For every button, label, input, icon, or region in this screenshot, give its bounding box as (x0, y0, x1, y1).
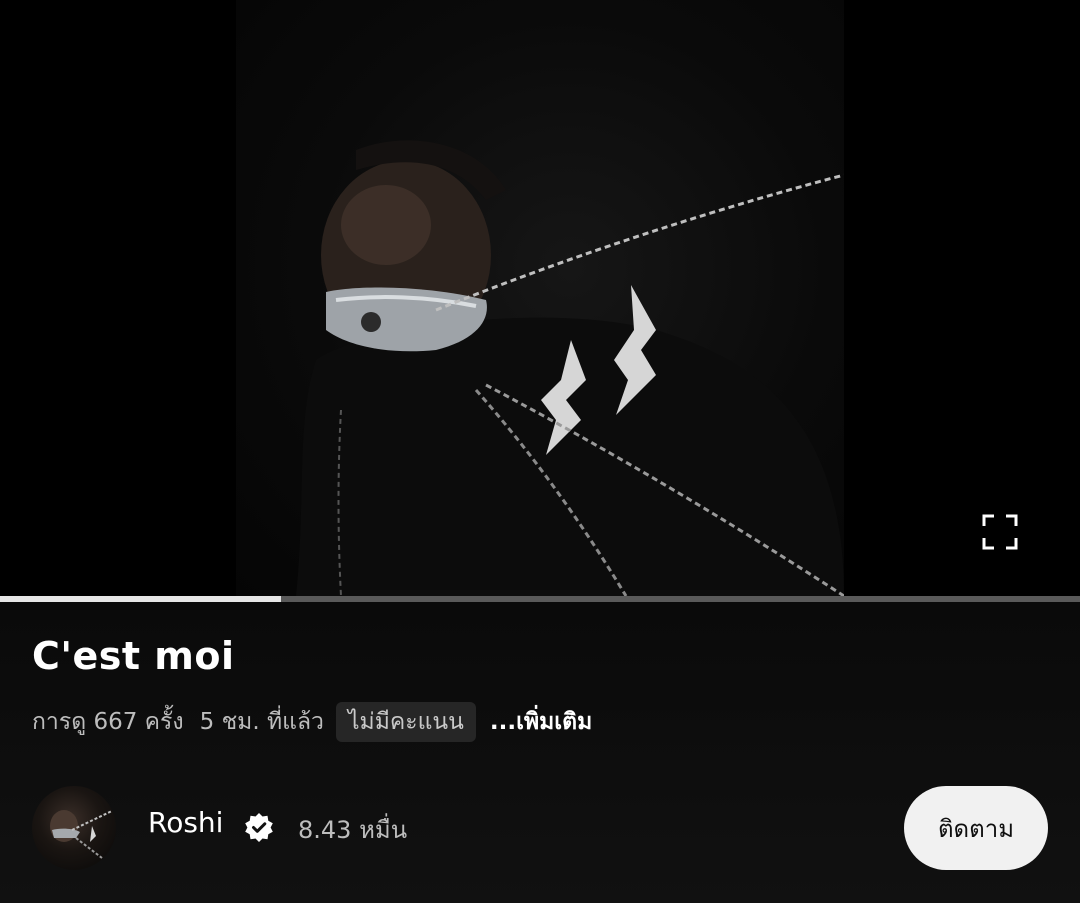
channel-row: Roshi 8.43 หมื่น ติดตาม (32, 786, 1048, 870)
more-link[interactable]: ...เพิ่มเติม (490, 704, 592, 740)
avatar-image (50, 809, 115, 859)
video-meta[interactable]: การดู 667 ครั้ง 5 ชม. ที่แล้ว ไม่มีคะแนน… (32, 702, 592, 742)
video-artwork[interactable] (236, 0, 844, 596)
channel-name[interactable]: Roshi (148, 806, 223, 839)
subscriber-count: 8.43 หมื่น (298, 816, 408, 844)
upload-age: 5 ชม. ที่แล้ว (199, 709, 324, 735)
channel-avatar[interactable] (32, 786, 116, 870)
view-count: การดู 667 ครั้ง (32, 709, 184, 735)
fullscreen-icon (982, 514, 1018, 550)
masked-figure-artwork (296, 140, 844, 596)
fullscreen-button[interactable] (982, 514, 1018, 550)
rating-chip: ไม่มีคะแนน (335, 702, 476, 742)
video-title: C'est moi (32, 634, 235, 678)
subscribe-button[interactable]: ติดตาม (904, 786, 1048, 870)
verified-badge-icon (245, 813, 273, 842)
video-player[interactable] (0, 0, 1080, 596)
video-info-panel: C'est moi การดู 667 ครั้ง 5 ชม. ที่แล้ว … (0, 602, 1080, 903)
